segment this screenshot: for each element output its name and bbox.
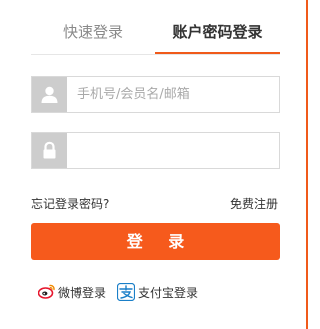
login-panel: 快速登录 账户密码登录 忘记登录密码? 免费注册 登 录 — [0, 0, 306, 329]
panel-right-border — [306, 0, 308, 329]
weibo-icon — [38, 284, 55, 299]
user-icon — [32, 77, 67, 112]
tab-quick-login[interactable]: 快速登录 — [31, 15, 155, 53]
tab-account-login[interactable]: 账户密码登录 — [155, 15, 280, 54]
forgot-password-link[interactable]: 忘记登录密码? — [31, 195, 109, 212]
alipay-login-label: 支付宝登录 — [138, 286, 199, 300]
register-link[interactable]: 免费注册 — [230, 195, 278, 212]
lock-icon — [32, 133, 67, 168]
password-input[interactable] — [67, 133, 277, 168]
login-tabs: 快速登录 账户密码登录 — [31, 15, 280, 55]
username-input[interactable] — [67, 77, 277, 112]
active-tab-underline — [155, 52, 280, 54]
password-field — [31, 132, 280, 169]
tab-account-login-label: 账户密码登录 — [172, 23, 263, 41]
weibo-login-label: 微博登录 — [58, 286, 107, 300]
login-button[interactable]: 登 录 — [31, 223, 280, 260]
alipay-icon — [117, 283, 135, 301]
username-field — [31, 76, 280, 113]
